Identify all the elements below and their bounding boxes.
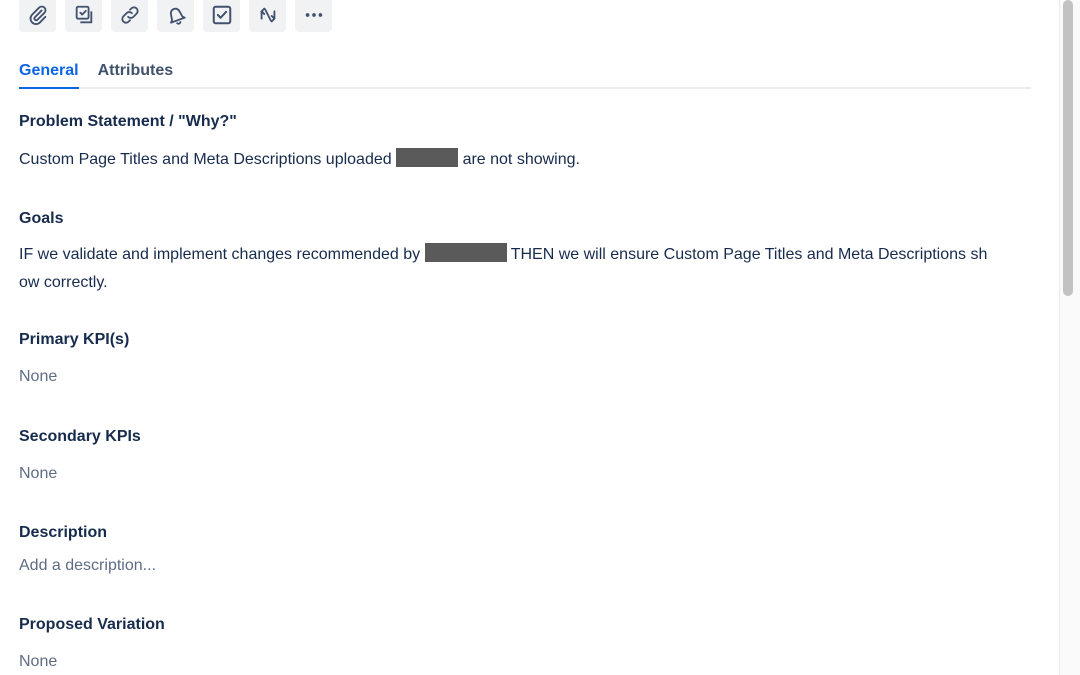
proposed-variation-heading: Proposed Variation — [19, 616, 165, 633]
description-heading: Description — [19, 524, 108, 541]
goals-text-after: THEN we will ensure Custom Page Titles a… — [510, 246, 988, 263]
add-child-issue-button[interactable] — [65, 0, 102, 32]
description-field[interactable]: Add a description... — [19, 557, 156, 575]
more-actions-button[interactable] — [295, 0, 332, 32]
attach-button[interactable] — [19, 0, 56, 32]
primary-kpi-value[interactable]: None — [19, 368, 57, 386]
checklist-button[interactable] — [203, 0, 240, 32]
tab-attributes[interactable]: Attributes — [98, 60, 174, 89]
problem-statement-heading: Problem Statement / "Why?" — [19, 113, 237, 130]
problem-statement-text[interactable]: Custom Page Titles and Meta Descriptions… — [19, 146, 580, 174]
problem-text-after: are not showing. — [462, 151, 580, 168]
goals-text-line2: ow correctly. — [19, 274, 108, 291]
problem-text-before: Custom Page Titles and Meta Descriptions… — [19, 151, 392, 168]
notify-button[interactable] — [157, 0, 194, 32]
paperclip-icon — [29, 5, 46, 25]
proposed-variation-value[interactable]: None — [19, 653, 57, 671]
more-icon — [305, 12, 322, 17]
redaction-block — [396, 148, 459, 167]
bell-icon — [169, 7, 186, 25]
checkbox-icon — [212, 5, 231, 24]
link-issue-button[interactable] — [111, 0, 148, 32]
redaction-block — [424, 243, 507, 262]
issue-tabs: General Attributes — [19, 60, 1031, 89]
primary-kpi-heading: Primary KPI(s) — [19, 331, 130, 348]
goals-text-line1[interactable]: IF we validate and implement changes rec… — [19, 241, 987, 269]
loop-icon — [259, 7, 276, 22]
goals-text-before: IF we validate and implement changes rec… — [19, 246, 421, 263]
automation-button[interactable] — [249, 0, 286, 32]
secondary-kpi-value[interactable]: None — [19, 465, 57, 483]
child-issue-icon — [75, 5, 92, 23]
goals-heading: Goals — [19, 210, 64, 227]
issue-toolbar — [19, 0, 332, 32]
scrollbar-thumb[interactable] — [1063, 0, 1073, 296]
secondary-kpi-heading: Secondary KPIs — [19, 428, 141, 445]
link-icon — [120, 5, 139, 24]
tab-general[interactable]: General — [19, 60, 79, 89]
